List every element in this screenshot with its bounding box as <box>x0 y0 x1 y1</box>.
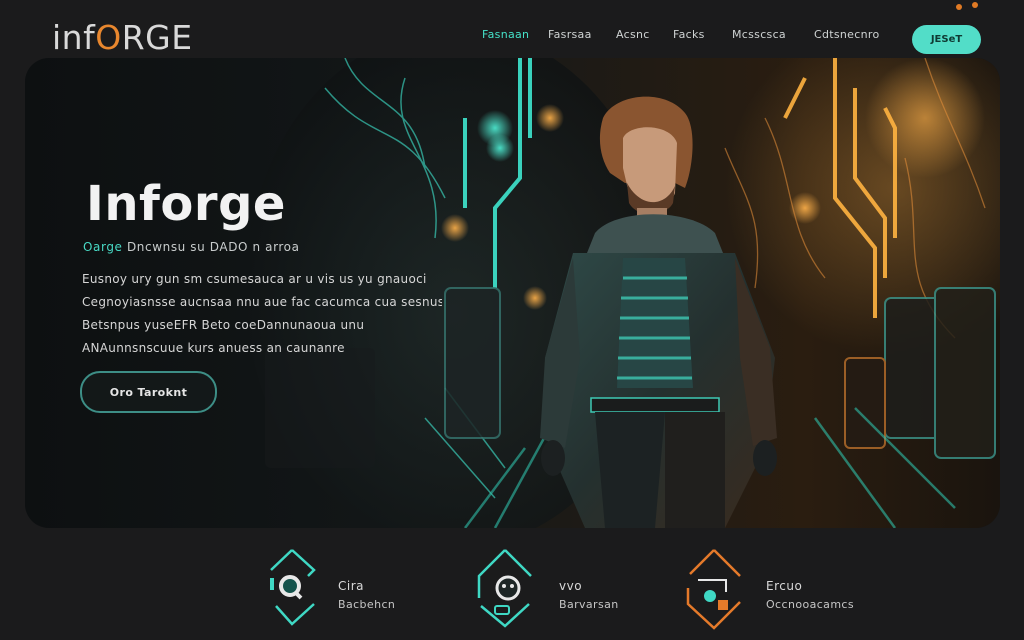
hero-title: Inforge <box>86 176 286 232</box>
feature-subtitle: Occnooacamcs <box>766 598 855 611</box>
feature-title: Cira <box>338 579 364 593</box>
nav-item-1[interactable]: Fasnaan <box>482 28 529 41</box>
feature-item-1[interactable]: Cira Bacbehcn <box>268 548 428 628</box>
nav-item-5[interactable]: Mcsscsca <box>732 28 786 41</box>
hero-banner: Inforge Oarge Dncwnsu su DADO n arroa Eu… <box>25 58 1000 528</box>
top-header: infORGE Fasnaan Fasrsaa Acsnc Facks Mcss… <box>0 0 1024 60</box>
search-diamond-icon <box>270 549 316 626</box>
lock-diamond-icon <box>686 549 741 630</box>
feature-item-2[interactable]: vvo Barvarsan <box>475 548 645 628</box>
decor-dot <box>956 4 962 10</box>
feature-title: vvo <box>559 579 583 593</box>
face-diamond-icon <box>477 549 532 628</box>
feature-item-3[interactable]: Ercuo Occnooacamcs <box>684 548 874 630</box>
hero-description-line: ANAunnsnscuue kurs anuess an caunanre <box>82 341 345 355</box>
nav-item-4[interactable]: Facks <box>673 28 705 41</box>
feature-subtitle: Bacbehcn <box>338 598 396 611</box>
nav-item-3[interactable]: Acsnc <box>616 28 650 41</box>
feature-subtitle: Barvarsan <box>559 598 619 611</box>
hero-cta-button[interactable]: Oro Taroknt <box>80 371 217 413</box>
nav-item-6[interactable]: Cdtsnecnro <box>814 28 879 41</box>
feature-title: Ercuo <box>766 579 803 593</box>
hero-description-line: Eusnoy ury gun sm csumesauca ar u vis us… <box>82 272 427 286</box>
hero-description-line: Betsnpus yuseEFR Beto coeDannunaoua unu <box>82 318 365 332</box>
hero-subtitle: Oarge Dncwnsu su DADO n arroa <box>83 240 300 254</box>
hero-description-line: Cegnoyiasnsse aucnsaa nnu aue fac cacumc… <box>82 295 442 309</box>
brand-logo[interactable]: infORGE <box>52 18 193 58</box>
hero-description: Eusnoy ury gun sm csumesauca ar u vis us… <box>82 268 442 360</box>
decor-dot <box>972 2 978 8</box>
nav-item-2[interactable]: Fasrsaa <box>548 28 592 41</box>
header-cta-button[interactable]: JESeT <box>912 25 981 54</box>
